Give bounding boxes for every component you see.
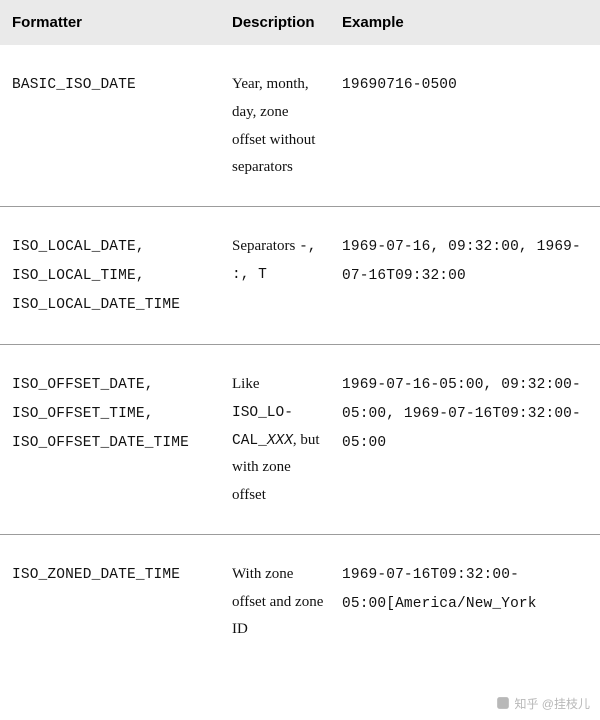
desc-mono-italic: XXX (267, 433, 293, 449)
desc-text: Like (232, 376, 260, 392)
watermark-text: 知乎 @挂枝儿 (514, 697, 590, 711)
table-row: ISO_ZONED_DATE_TIME With zone offset and… (0, 534, 600, 668)
cell-formatter: BASIC_ISO_DATE (0, 45, 220, 207)
cell-description: Year, month, day, zone offset without se… (220, 45, 330, 207)
cell-description: Like ISO_LO­CAL_XXX, but with zone offse… (220, 345, 330, 535)
cell-formatter: ISO_LOCAL_DATE, ISO_LOCAL_TIME, ISO_LOCA… (0, 207, 220, 345)
desc-text: Separators (232, 238, 299, 254)
header-formatter: Formatter (0, 0, 220, 45)
cell-example: 19690716-0500 (330, 45, 600, 207)
header-row: Formatter Description Example (0, 0, 600, 45)
header-example: Example (330, 0, 600, 45)
zhihu-icon (496, 696, 510, 710)
formatters-table-container: Formatter Description Example BASIC_ISO_… (0, 0, 600, 668)
cell-description: Separators -, :, T (220, 207, 330, 345)
cell-formatter: ISO_OFFSET_DATE, ISO_OFFSET_TIME, ISO_OF… (0, 345, 220, 535)
header-description: Description (220, 0, 330, 45)
table-row: ISO_OFFSET_DATE, ISO_OFFSET_TIME, ISO_OF… (0, 345, 600, 535)
table-row: ISO_LOCAL_DATE, ISO_LOCAL_TIME, ISO_LOCA… (0, 207, 600, 345)
cell-description: With zone offset and zone ID (220, 534, 330, 668)
cell-example: 1969-07-16-05:00, 09:32:00-05:00, 1969-0… (330, 345, 600, 535)
cell-example: 1969-07-16T09:32:00-05:00[America/New_Yo… (330, 534, 600, 668)
cell-formatter: ISO_ZONED_DATE_TIME (0, 534, 220, 668)
formatters-table: Formatter Description Example BASIC_ISO_… (0, 0, 600, 668)
cell-example: 1969-07-16, 09:32:00, 1969-07-16T09:32:0… (330, 207, 600, 345)
table-row: BASIC_ISO_DATE Year, month, day, zone of… (0, 45, 600, 207)
watermark: 知乎 @挂枝儿 (496, 695, 590, 712)
